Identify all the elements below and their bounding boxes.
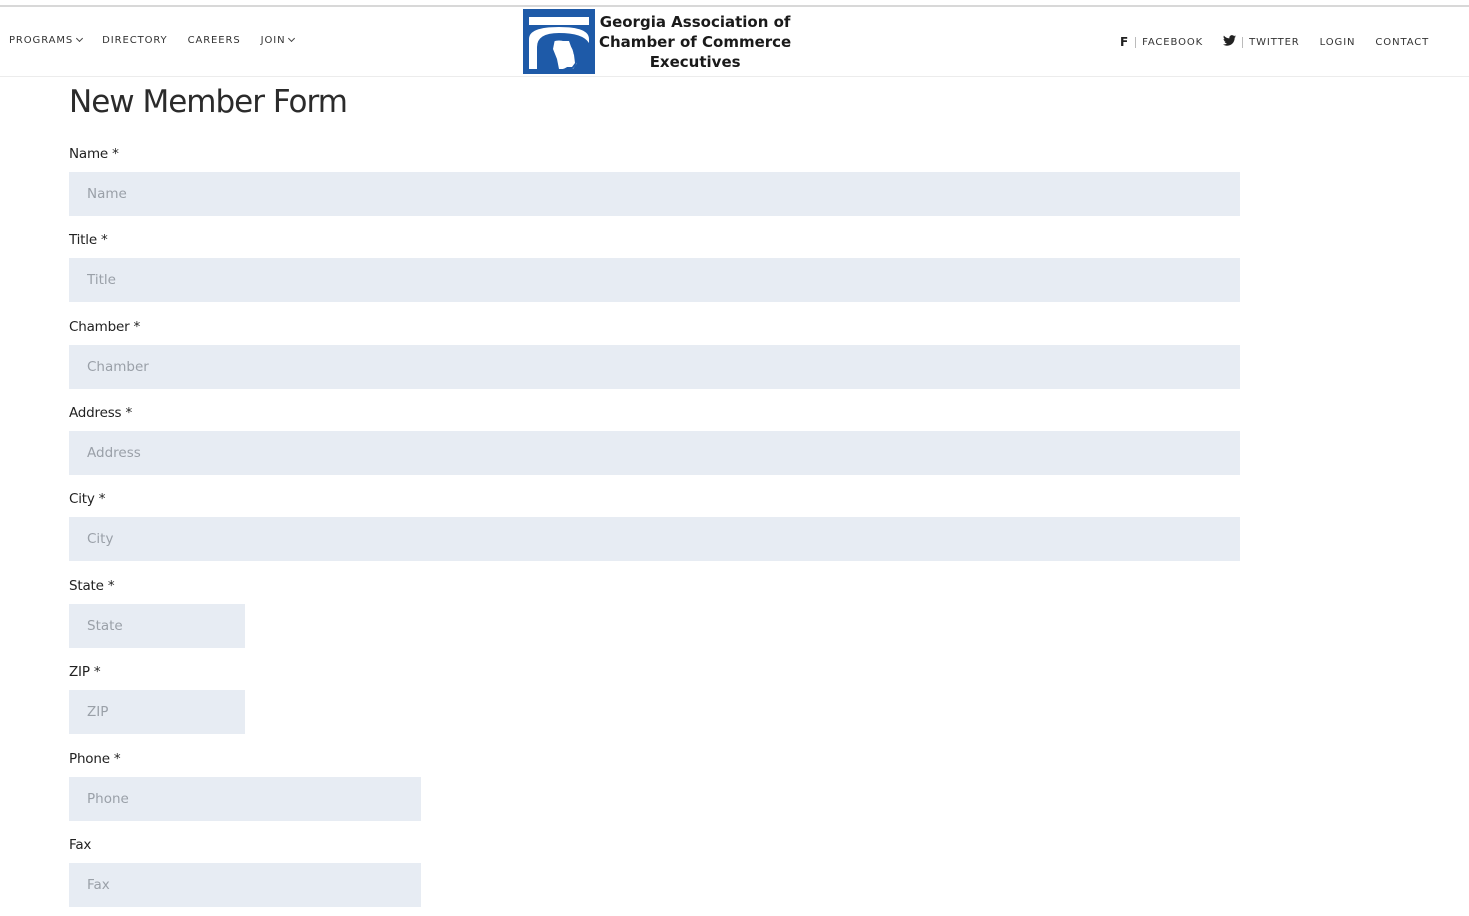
nav-login[interactable]: LOGIN	[1320, 37, 1356, 48]
chamber-field-group: Chamber *	[69, 319, 1240, 389]
divider	[1242, 36, 1244, 48]
fax-field-group: Fax	[69, 837, 421, 907]
zip-field-group: ZIP *	[69, 664, 245, 734]
site-logo[interactable]: Georgia Association of Chamber of Commer…	[523, 9, 791, 75]
chevron-down-icon	[288, 34, 296, 43]
nav-directory[interactable]: DIRECTORY	[102, 35, 167, 46]
site-header: PROGRAMS DIRECTORY CAREERS JOIN Georgia …	[0, 7, 1469, 77]
zip-input[interactable]	[69, 690, 245, 734]
chevron-down-icon	[76, 34, 84, 43]
title-input[interactable]	[69, 258, 1240, 302]
facebook-icon: f	[1120, 35, 1130, 49]
secondary-nav: f FACEBOOK TWITTER LOGIN CONTACT	[1120, 35, 1449, 49]
address-label: Address *	[69, 405, 133, 421]
nav-programs[interactable]: PROGRAMS	[9, 34, 84, 46]
zip-label: ZIP *	[69, 664, 101, 680]
logo-line-1: Georgia Association of	[599, 12, 791, 31]
name-input[interactable]	[69, 172, 1240, 216]
nav-careers[interactable]: CAREERS	[188, 35, 241, 46]
fax-label: Fax	[69, 837, 92, 853]
divider	[1135, 36, 1137, 48]
logo-text: Georgia Association of Chamber of Commer…	[599, 12, 791, 72]
chamber-input[interactable]	[69, 345, 1240, 389]
nav-facebook-label: FACEBOOK	[1142, 36, 1204, 48]
nav-twitter[interactable]: TWITTER	[1223, 35, 1300, 49]
logo-line-3: Executives	[649, 52, 741, 71]
state-input[interactable]	[69, 604, 245, 648]
page-title: New Member Form	[69, 84, 348, 120]
city-input[interactable]	[69, 517, 1240, 561]
logo-line-2: Chamber of Commerce	[599, 32, 792, 51]
nav-contact[interactable]: CONTACT	[1375, 37, 1429, 48]
nav-programs-label: PROGRAMS	[9, 35, 74, 46]
city-field-group: City *	[69, 491, 1240, 561]
title-label: Title *	[69, 232, 108, 248]
state-label: State *	[69, 578, 115, 594]
name-label: Name *	[69, 146, 119, 162]
phone-input[interactable]	[69, 777, 421, 821]
address-field-group: Address *	[69, 405, 1240, 475]
name-field-group: Name *	[69, 146, 1240, 216]
title-field-group: Title *	[69, 232, 1240, 302]
nav-facebook[interactable]: f FACEBOOK	[1120, 35, 1203, 49]
nav-contact-label: CONTACT	[1375, 36, 1430, 48]
address-input[interactable]	[69, 431, 1240, 475]
city-label: City *	[69, 491, 106, 507]
state-field-group: State *	[69, 578, 245, 648]
nav-directory-label: DIRECTORY	[102, 35, 168, 46]
primary-nav: PROGRAMS DIRECTORY CAREERS JOIN	[9, 34, 314, 46]
nav-join-label: JOIN	[260, 35, 286, 46]
nav-login-label: LOGIN	[1319, 36, 1356, 48]
twitter-icon	[1223, 35, 1237, 49]
fax-input[interactable]	[69, 863, 421, 907]
nav-careers-label: CAREERS	[187, 35, 241, 46]
nav-join[interactable]: JOIN	[260, 34, 296, 46]
chamber-label: Chamber *	[69, 319, 141, 335]
phone-label: Phone *	[69, 751, 121, 767]
logo-mark-icon	[523, 9, 595, 75]
nav-twitter-label: TWITTER	[1249, 36, 1300, 48]
phone-field-group: Phone *	[69, 751, 421, 821]
